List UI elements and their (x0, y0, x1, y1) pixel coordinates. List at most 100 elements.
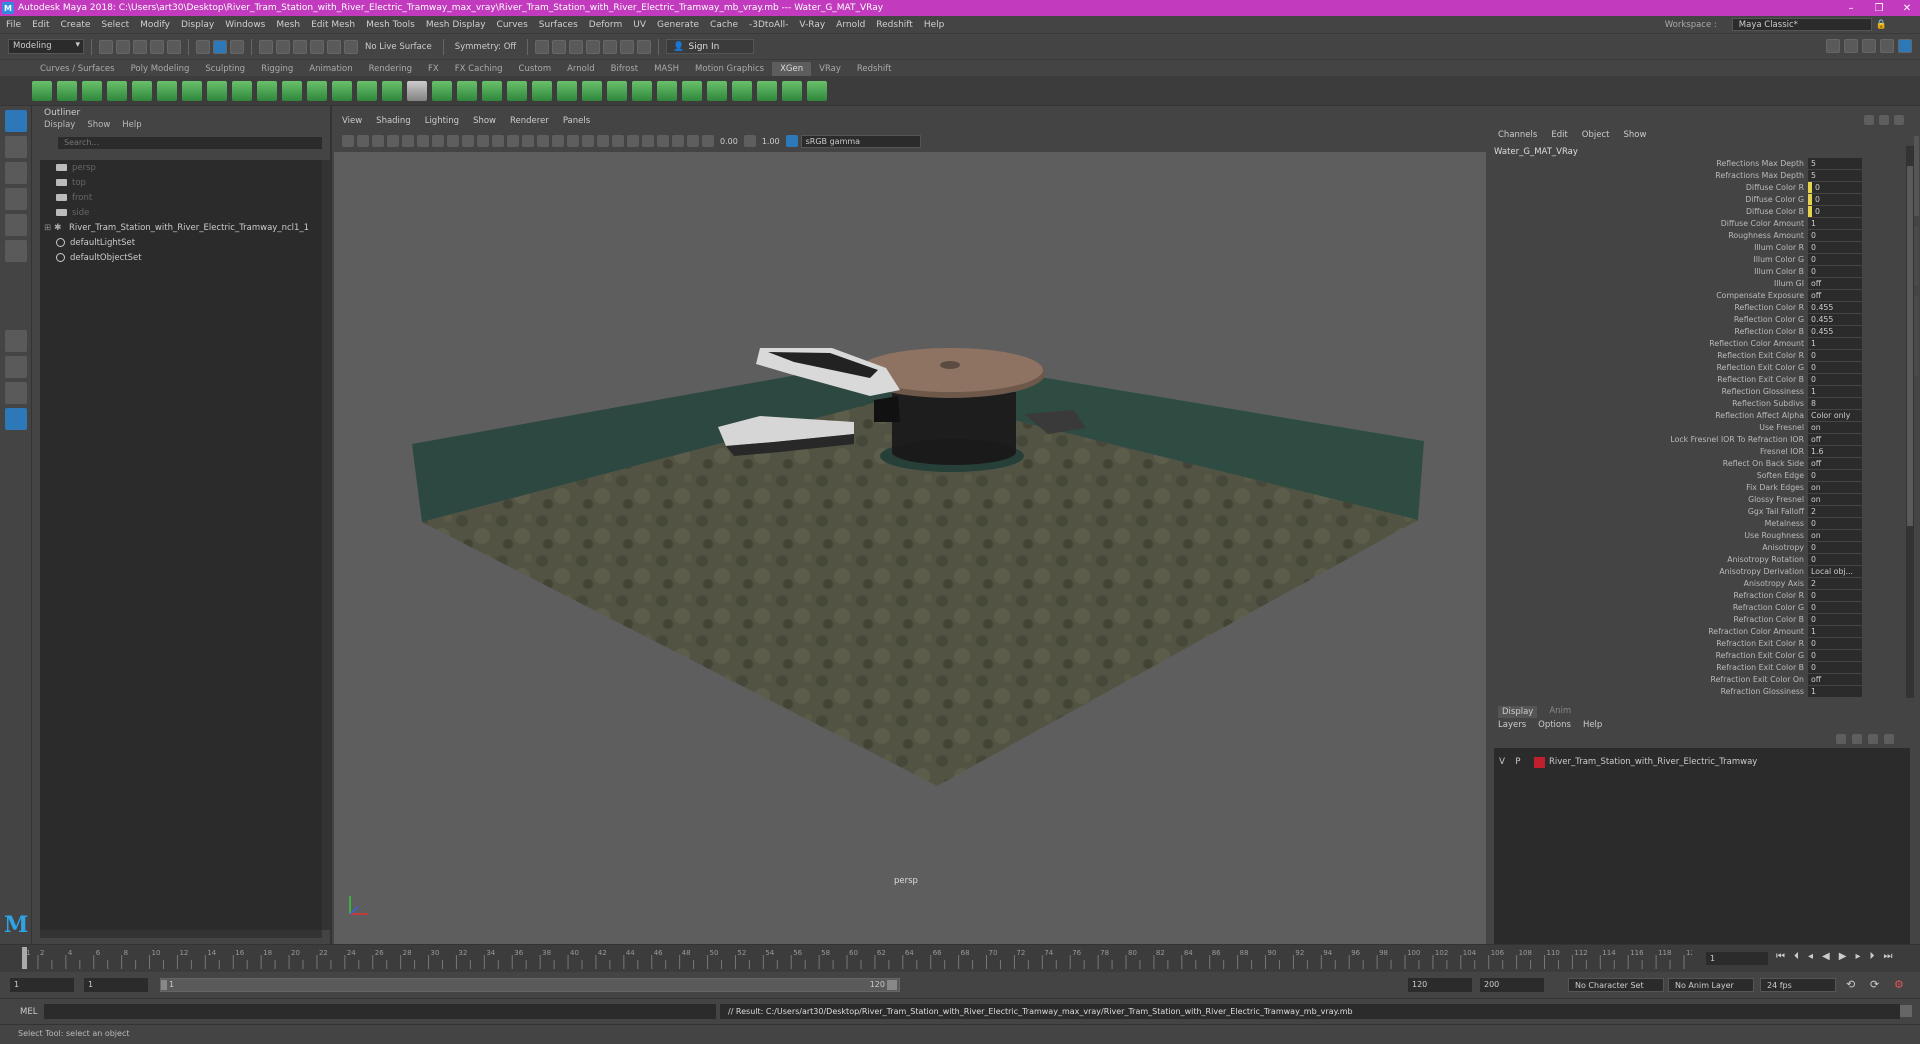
attribute-value-field[interactable]: 0 (1808, 650, 1862, 661)
character-controls-icon[interactable] (1844, 39, 1858, 53)
menu-mesh-display[interactable]: Mesh Display (426, 20, 486, 30)
channel-attribute-row[interactable]: Fix Dark Edges on (1488, 482, 1908, 494)
attribute-value-field[interactable]: off (1808, 278, 1862, 289)
snap-point-icon[interactable] (293, 39, 307, 54)
layer-playback-toggle[interactable]: P (1510, 757, 1526, 767)
image-plane-icon[interactable] (387, 135, 399, 147)
viewport-menu-lighting[interactable]: Lighting (425, 116, 459, 130)
sign-in-dropdown[interactable]: 👤 Sign In (666, 39, 755, 54)
current-frame-field[interactable]: 1 (1706, 952, 1768, 965)
exposure-field[interactable]: 0.00 (717, 137, 741, 146)
channel-attribute-row[interactable]: Refraction Exit Color On off (1488, 674, 1908, 686)
xgen-sculpt-icon[interactable] (182, 80, 202, 101)
menu-redshift[interactable]: Redshift (876, 20, 913, 30)
viewport-menu-shading[interactable]: Shading (376, 116, 411, 130)
layer-row[interactable]: V P River_Tram_Station_with_River_Electr… (1494, 754, 1910, 770)
xgen-place-guides-icon[interactable] (132, 80, 152, 101)
mel-command-input[interactable] (44, 1004, 716, 1019)
channel-attribute-row[interactable]: Refraction Color B 0 (1488, 614, 1908, 626)
channel-attribute-row[interactable]: Reflection Exit Color B 0 (1488, 374, 1908, 386)
current-time-marker[interactable] (22, 947, 27, 969)
persp-outliner-layout-icon[interactable] (5, 382, 27, 404)
snap-live-icon[interactable] (344, 39, 358, 54)
range-bar[interactable]: 1 120 (160, 978, 900, 992)
xgen-noise-icon[interactable] (357, 80, 377, 101)
render-settings-icon[interactable] (586, 39, 601, 54)
outliner-search-input[interactable]: Search... (58, 137, 322, 149)
isolate-select-icon[interactable] (642, 135, 654, 147)
shelf-tab-redshift[interactable]: Redshift (849, 62, 900, 76)
attribute-value-field[interactable]: 2 (1808, 506, 1862, 517)
channel-attribute-row[interactable]: Ggx Tail Falloff 2 (1488, 506, 1908, 518)
menu-select[interactable]: Select (101, 20, 129, 30)
gamma-field[interactable]: 1.00 (759, 137, 783, 146)
xgen-groom-icon[interactable] (107, 80, 127, 101)
attribute-value-field[interactable]: 0 (1808, 374, 1862, 385)
attribute-value-field[interactable]: 1 (1808, 686, 1862, 697)
channel-attribute-row[interactable]: Soften Edge 0 (1488, 470, 1908, 482)
outliner-item-top[interactable]: top (40, 175, 322, 190)
xgen-coil-icon[interactable] (382, 80, 402, 101)
time-ruler[interactable]: 1 2 4 6 8 10 12 14 16 18 20 22 24 26 28 30 32 34 36 38 40 42 4… (16, 945, 1692, 973)
animation-end-field[interactable]: 200 (1480, 978, 1544, 992)
channel-attribute-row[interactable]: Refractions Max Depth 5 (1488, 170, 1908, 182)
color-management-icon[interactable] (785, 135, 798, 147)
channel-attribute-row[interactable]: Reflection Exit Color G 0 (1488, 362, 1908, 374)
xray-joints-icon[interactable] (672, 135, 684, 147)
attribute-value-field[interactable]: 0 (1808, 230, 1862, 241)
attribute-editor-icon[interactable] (1862, 39, 1876, 53)
xgen-brush-1-icon[interactable] (457, 80, 477, 101)
ambient-occlusion-icon[interactable] (597, 135, 609, 147)
attribute-value-field[interactable]: 0 (1808, 554, 1862, 565)
film-gate-icon[interactable] (417, 135, 429, 147)
textured-icon[interactable] (552, 135, 564, 147)
channel-box-scrollbar[interactable] (1906, 146, 1914, 698)
xgen-brush-6-icon[interactable] (582, 80, 602, 101)
xgen-library-icon[interactable] (82, 80, 102, 101)
shelf-tab-animation[interactable]: Animation (301, 62, 360, 76)
channel-attribute-row[interactable]: Metalness 0 (1488, 518, 1908, 530)
menu-display[interactable]: Display (181, 20, 214, 30)
viewport-menu-show[interactable]: Show (473, 116, 496, 130)
four-view-layout-icon[interactable] (5, 356, 27, 378)
modeling-toolkit-icon[interactable] (1826, 39, 1840, 53)
outliner-menu-help[interactable]: Help (122, 120, 141, 134)
gate-mask-icon[interactable] (447, 135, 459, 147)
snap-view-icon[interactable] (310, 39, 324, 54)
outliner-item-default-object-set[interactable]: defaultObjectSet (40, 250, 322, 265)
menu-uv[interactable]: UV (633, 20, 646, 30)
shelf-tab-bifrost[interactable]: Bifrost (603, 62, 646, 76)
xray-icon[interactable] (657, 135, 669, 147)
grid-toggle-icon[interactable] (402, 135, 414, 147)
menu-mesh-tools[interactable]: Mesh Tools (366, 20, 415, 30)
channel-attribute-row[interactable]: Refraction Color G 0 (1488, 602, 1908, 614)
menu-mesh[interactable]: Mesh (276, 20, 300, 30)
undo-icon[interactable] (150, 39, 164, 54)
bookmark-icon[interactable] (372, 135, 384, 147)
menu-vray[interactable]: V-Ray (799, 20, 825, 30)
menu-windows[interactable]: Windows (225, 20, 265, 30)
single-perspective-layout-icon[interactable] (5, 330, 27, 352)
channel-attribute-row[interactable]: Glossy Fresnel on (1488, 494, 1908, 506)
xgen-brush-7-icon[interactable] (607, 80, 627, 101)
attribute-value-field[interactable]: 0 (1808, 638, 1862, 649)
step-forward-key-icon[interactable]: ⏵ (1869, 951, 1874, 962)
channel-attribute-row[interactable]: Refraction Color R 0 (1488, 590, 1908, 602)
shelf-tab-motion-graphics[interactable]: Motion Graphics (687, 62, 772, 76)
channel-attribute-row[interactable]: Refraction Exit Color R 0 (1488, 638, 1908, 650)
xgen-brush-14-icon[interactable] (782, 80, 802, 101)
play-forwards-icon[interactable]: ▶ (1839, 951, 1847, 962)
playback-end-field[interactable]: 120 (1408, 978, 1472, 992)
shelf-tab-arnold[interactable]: Arnold (559, 62, 603, 76)
attribute-value-field[interactable]: 5 (1808, 170, 1862, 181)
attribute-value-field[interactable]: 0.455 (1808, 302, 1862, 313)
menu-arnold[interactable]: Arnold (836, 20, 865, 30)
outliner-item-persp[interactable]: persp (40, 160, 322, 175)
outliner-menu-show[interactable]: Show (87, 120, 110, 134)
menu-cache[interactable]: Cache (710, 20, 738, 30)
outliner-item-side[interactable]: side (40, 205, 322, 220)
channel-attribute-row[interactable]: Diffuse Color R 0 (1488, 182, 1908, 194)
menu-deform[interactable]: Deform (589, 20, 622, 30)
attribute-value-field[interactable]: 0 (1808, 662, 1862, 673)
wireframe-on-shaded-icon[interactable] (537, 135, 549, 147)
